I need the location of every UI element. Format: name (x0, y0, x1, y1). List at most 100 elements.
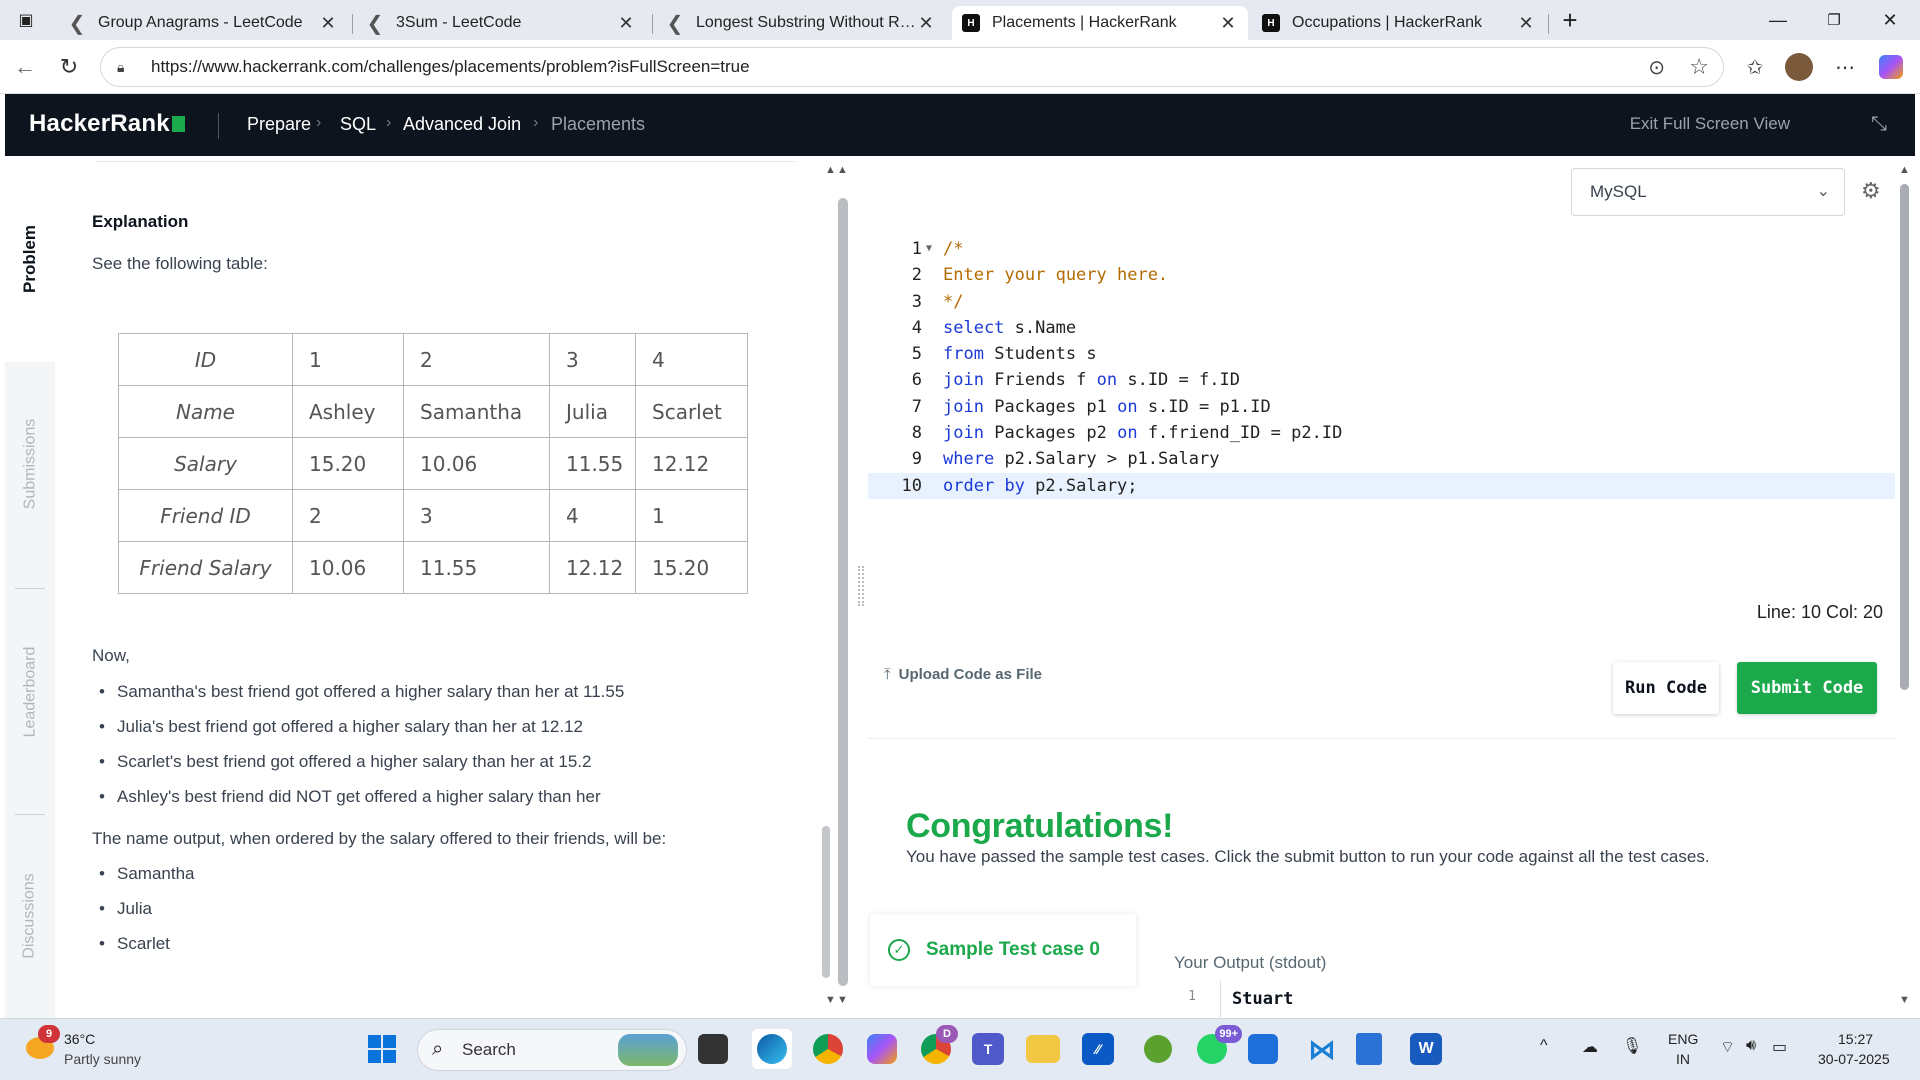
copilot-app-icon[interactable] (862, 1029, 902, 1069)
language-bottom[interactable]: IN (1676, 1051, 1690, 1067)
code-area[interactable]: 1 ▼/* 2 Enter your query here. 3 */ 4 select… (868, 236, 1895, 499)
tab-problem[interactable]: Problem (5, 156, 55, 362)
congrats-title: Congratulations! (906, 807, 1174, 845)
scroll-down-icon[interactable]: ▼ (837, 994, 848, 1006)
browser-tab-strip: ▣ ❮ Group Anagrams - LeetCode ✕ ❮ 3Sum -… (0, 0, 1920, 40)
sidebar-toggle-icon[interactable]: ▣ (8, 2, 44, 38)
scroll-up-icon[interactable]: ▲ (837, 164, 848, 176)
teams-icon[interactable]: T (972, 1033, 1004, 1065)
clock-date[interactable]: 30-07-2025 (1818, 1051, 1890, 1067)
language-select[interactable]: MySQL ⌄ (1571, 168, 1845, 216)
browser-toolbar: ← ↻ 🔒︎ https://www.hackerrank.com/challe… (0, 40, 1920, 94)
profile-avatar[interactable] (1784, 52, 1814, 82)
leetcode-icon: ❮ (68, 12, 86, 35)
favorites-icon[interactable]: ✩ (1740, 52, 1770, 82)
tab-placements[interactable]: H Placements | HackerRank ✕ (952, 6, 1248, 40)
exit-fullscreen-link[interactable]: Exit Full Screen View (1630, 114, 1790, 134)
word-icon[interactable]: W (1410, 1033, 1442, 1065)
tab-leaderboard[interactable]: Leaderboard (5, 592, 55, 792)
wifi-icon[interactable]: ⌔ (1720, 1037, 1735, 1057)
pane-splitter[interactable]: ▲ ▲ ▼ ▼ (822, 156, 865, 1018)
windows-taskbar: 9 36°C Partly sunny ⌕ Search D T ⁄⁄ 99+ … (0, 1018, 1920, 1080)
close-tab-icon[interactable]: ✕ (318, 13, 338, 34)
code-editor-panel: MySQL ⌄ ⚙ 1 ▼/* 2 Enter your query here. 3… (868, 156, 1895, 636)
back-icon[interactable]: ← (8, 50, 42, 84)
new-tab-icon[interactable]: + (1552, 2, 1588, 38)
upload-code-link[interactable]: ⤒ Upload Code as File (884, 666, 1042, 683)
edge-browser-icon[interactable] (752, 1029, 792, 1069)
search-highlight-icon (618, 1034, 678, 1066)
tab-group-anagrams[interactable]: ❮ Group Anagrams - LeetCode ✕ (58, 6, 348, 40)
weather-widget[interactable]: 9 (24, 1025, 60, 1065)
store-icon[interactable] (1248, 1034, 1278, 1064)
favorite-star-icon[interactable]: ☆ (1689, 54, 1709, 80)
more-tools-icon[interactable]: ⊙ (1648, 55, 1665, 80)
minimize-icon[interactable]: — (1750, 0, 1806, 40)
chrome-profile-icon[interactable]: D (916, 1025, 958, 1069)
tab-discussions[interactable]: Discussions (5, 818, 55, 1014)
chrome-icon[interactable] (808, 1029, 848, 1069)
list-item: Scarlet (99, 934, 170, 954)
copilot-icon[interactable] (1876, 52, 1906, 82)
close-window-icon[interactable]: ✕ (1862, 0, 1918, 40)
tab-occupations[interactable]: H Occupations | HackerRank ✕ (1252, 6, 1546, 40)
scroll-up-icon[interactable]: ▲ (825, 164, 836, 176)
reload-icon[interactable]: ↻ (52, 50, 86, 84)
problem-scrollbar[interactable] (838, 198, 848, 986)
microphone-icon[interactable]: 🎙︎ (1622, 1036, 1642, 1056)
close-tab-icon[interactable]: ✕ (1218, 13, 1238, 34)
task-view-icon[interactable] (698, 1034, 728, 1064)
tab-longest-substring[interactable]: ❮ Longest Substring Without Repea ✕ (656, 6, 946, 40)
language-top[interactable]: ENG (1668, 1031, 1698, 1047)
volume-icon[interactable]: 🔊︎ (1746, 1037, 1756, 1055)
scroll-up-icon[interactable]: ▲ (1899, 164, 1910, 176)
vscode-icon[interactable]: ⋈ (1302, 1029, 1342, 1069)
exit-fullscreen-icon[interactable]: ⤡ (1871, 113, 1887, 136)
restore-icon[interactable]: ❐ (1806, 0, 1862, 40)
run-code-button[interactable]: Run Code (1613, 662, 1719, 714)
notepad-icon[interactable] (1356, 1033, 1382, 1065)
whatsapp-icon[interactable]: 99+ (1192, 1025, 1242, 1069)
list-item: Julia (99, 899, 152, 919)
check-circle-icon: ✓ (888, 939, 910, 961)
upload-icon: ⤒ (884, 666, 891, 683)
gear-icon[interactable]: ⚙ (1861, 178, 1881, 204)
scrollbar-thumb[interactable] (1900, 184, 1909, 690)
submit-code-button[interactable]: Submit Code (1737, 662, 1877, 714)
breadcrumb-advanced-join[interactable]: Advanced Join (403, 114, 521, 135)
scroll-down-icon[interactable]: ▼ (825, 994, 836, 1006)
battery-icon[interactable]: ▭ (1772, 1037, 1787, 1057)
file-explorer-icon[interactable] (1026, 1035, 1060, 1063)
settings-more-icon[interactable]: ⋯ (1830, 52, 1860, 82)
site-info-icon[interactable]: 🔒︎ (117, 59, 139, 76)
breadcrumb-sql[interactable]: SQL (340, 114, 376, 135)
example-table: ID 1 2 3 4 Name Ashley Samantha Julia Sc… (118, 333, 748, 594)
tab-submissions[interactable]: Submissions (5, 366, 55, 562)
sample-testcase-tab[interactable]: ✓ Sample Test case 0 (870, 914, 1136, 986)
breadcrumb-prepare[interactable]: Prepare (247, 114, 311, 135)
table-row: Friend Salary 10.06 11.55 12.12 15.20 (118, 541, 748, 594)
scrollbar-thumb[interactable] (822, 826, 830, 978)
fold-arrow-icon[interactable]: ▼ (926, 236, 932, 262)
resize-handle[interactable] (858, 566, 864, 606)
app-green-leaf-icon[interactable] (1138, 1029, 1178, 1069)
explanation-intro: See the following table: (92, 254, 268, 273)
onedrive-icon[interactable]: ☁ (1582, 1037, 1598, 1057)
hackerrank-logo[interactable]: HackerRank (29, 110, 185, 138)
close-tab-icon[interactable]: ✕ (616, 13, 636, 34)
now-text: Now, (92, 646, 130, 665)
clock-time[interactable]: 15:27 (1838, 1031, 1873, 1047)
taskbar-search[interactable]: ⌕ Search (417, 1029, 687, 1071)
tab-3sum[interactable]: ❮ 3Sum - LeetCode ✕ (356, 6, 646, 40)
weather-temp: 36°C (64, 1031, 96, 1047)
windows-start-icon[interactable] (362, 1029, 402, 1069)
scroll-down-icon[interactable]: ▼ (1899, 994, 1910, 1006)
close-tab-icon[interactable]: ✕ (1516, 13, 1536, 34)
page-scrollbar[interactable]: ▲ ▼ (1895, 156, 1915, 1018)
chevron-up-icon[interactable]: ^ (1540, 1037, 1548, 1055)
address-bar[interactable]: 🔒︎ https://www.hackerrank.com/challenges… (100, 47, 1724, 87)
output-label: Your Output (stdout) (1174, 953, 1327, 972)
table-row: Friend ID 2 3 4 1 (118, 489, 748, 542)
close-tab-icon[interactable]: ✕ (916, 13, 936, 34)
azure-icon[interactable]: ⁄⁄ (1082, 1033, 1114, 1065)
